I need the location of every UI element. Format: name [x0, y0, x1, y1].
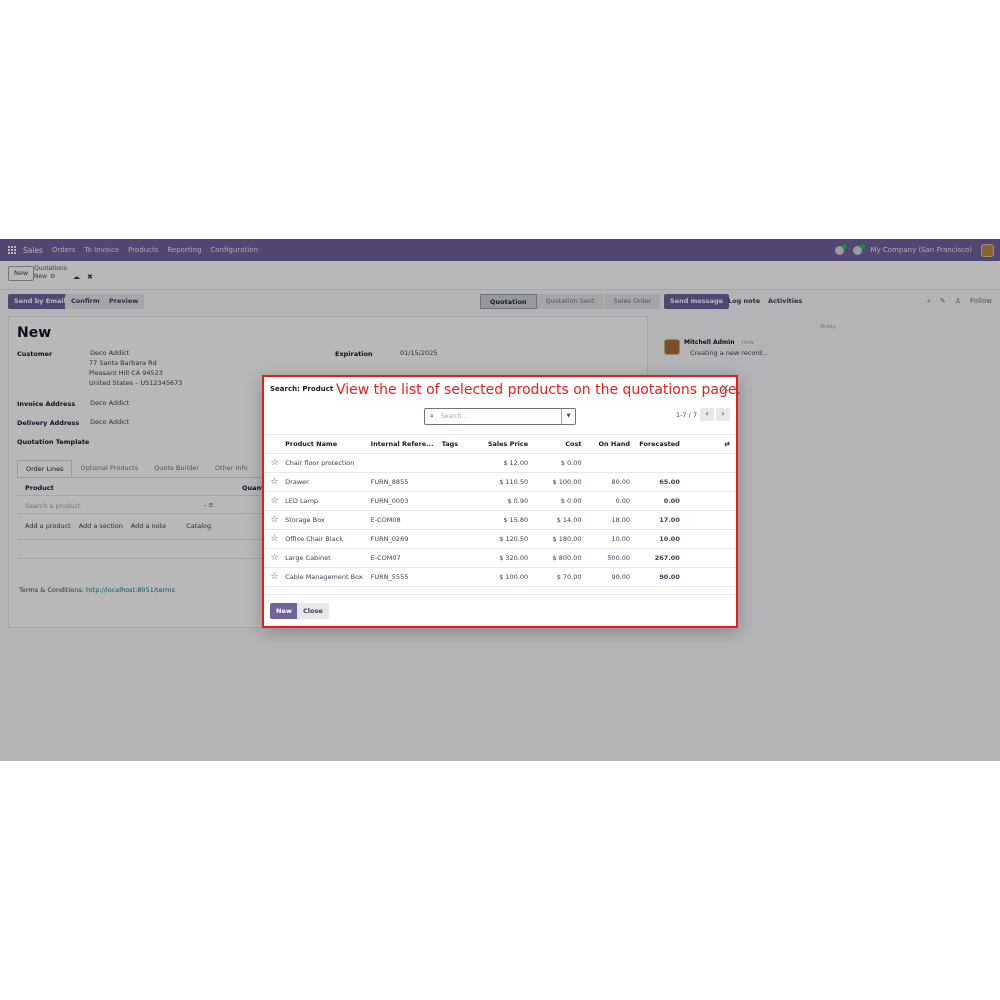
search-input[interactable]	[441, 411, 559, 422]
on-hand-cell: 0.00	[585, 491, 635, 511]
column-product-name[interactable]: Product Name	[281, 434, 367, 454]
table-row[interactable]: ☆ Office Chair Black FURN_0269 $ 120.50 $ 18…	[264, 529, 736, 549]
table-row[interactable]: ☆ Drawer FURN_8855 $ 110.50 $ 100.00 80.00 65.…	[264, 472, 736, 492]
table-row[interactable]: ☆ Storage Box E-COM08 $ 15.80 $ 14.00 18.00 17…	[264, 510, 736, 530]
tags-cell	[437, 567, 481, 587]
row-spacer	[683, 567, 736, 587]
close-button[interactable]: Close	[297, 603, 329, 619]
search-bar[interactable]: ⌕ ▼	[424, 408, 576, 425]
cost-cell: $ 100.00	[532, 472, 586, 492]
row-spacer	[683, 491, 736, 511]
product-search-dialog: Search: Product View the list of selecte…	[262, 375, 741, 628]
tags-cell	[437, 529, 481, 549]
row-spacer	[683, 529, 736, 549]
internal-reference-cell: E-COM08	[366, 510, 438, 530]
table-row[interactable]: ☆ Large Cabinet E-COM07 $ 320.00 $ 800.00 500…	[264, 548, 736, 568]
column-on-hand[interactable]: On Hand	[585, 434, 635, 454]
forecasted-cell: 267.00	[634, 548, 684, 568]
sales-price-cell: $ 110.50	[480, 472, 533, 492]
star-icon[interactable]: ☆	[264, 567, 282, 587]
forecasted-cell: 17.00	[634, 510, 684, 530]
sales-price-cell: $ 320.00	[480, 548, 533, 568]
annotation-caption: View the list of selected products on th…	[336, 382, 741, 398]
column-forecasted[interactable]: Forecasted	[634, 434, 684, 454]
column-sales-price[interactable]: Sales Price	[480, 434, 533, 454]
star-icon[interactable]: ☆	[264, 453, 282, 473]
cost-cell: $ 800.00	[532, 548, 586, 568]
sales-price-cell: $ 12.00	[480, 453, 533, 473]
cost-cell: $ 180.00	[532, 529, 586, 549]
forecasted-cell: 90.00	[634, 567, 684, 587]
tags-cell	[437, 491, 481, 511]
sales-price-cell: $ 15.80	[480, 510, 533, 530]
row-spacer	[683, 548, 736, 568]
pager-next-icon[interactable]: ›	[716, 408, 730, 421]
column-cost[interactable]: Cost	[532, 434, 586, 454]
internal-reference-cell	[366, 453, 438, 473]
product-name-cell: Chair floor protection	[281, 453, 367, 473]
table-row[interactable]: ☆ Cable Management Box FURN_5555 $ 100.00 $ …	[264, 567, 736, 587]
forecasted-cell: 0.00	[634, 491, 684, 511]
on-hand-cell: 500.00	[585, 548, 635, 568]
on-hand-cell: 80.00	[585, 472, 635, 492]
sales-price-cell: $ 120.50	[480, 529, 533, 549]
forecasted-cell	[634, 453, 684, 473]
internal-reference-cell: FURN_8855	[366, 472, 438, 492]
sales-price-cell: $ 100.00	[480, 567, 533, 587]
star-icon[interactable]: ☆	[264, 510, 282, 530]
internal-reference-cell: FURN_5555	[366, 567, 438, 587]
forecasted-cell: 10.00	[634, 529, 684, 549]
star-icon[interactable]: ☆	[264, 529, 282, 549]
product-name-cell: Drawer	[281, 472, 367, 492]
table-row[interactable]: ☆ LED Lamp FURN_0003 $ 0.90 $ 0.00 0.00 0.00	[264, 491, 736, 511]
new-button[interactable]: New	[270, 603, 298, 619]
internal-reference-cell: E-COM07	[366, 548, 438, 568]
search-options-caret-icon[interactable]: ▼	[561, 409, 575, 424]
tags-cell	[437, 453, 481, 473]
tags-cell	[437, 472, 481, 492]
star-icon[interactable]: ☆	[264, 491, 282, 511]
optional-columns-toggle-icon[interactable]: ⇄	[683, 434, 736, 454]
pager-previous-icon[interactable]: ‹	[700, 408, 714, 421]
dialog-title: Search: Product	[270, 385, 334, 393]
product-name-cell: Office Chair Black	[281, 529, 367, 549]
row-spacer	[683, 453, 736, 473]
app-window: Sales Orders To Invoice Products Reporti…	[0, 239, 1000, 761]
star-icon[interactable]: ☆	[264, 548, 282, 568]
star-icon[interactable]: ☆	[264, 472, 282, 492]
internal-reference-cell: FURN_0269	[366, 529, 438, 549]
favorite-column-header	[264, 434, 282, 454]
dialog-footer-divider	[264, 594, 736, 595]
internal-reference-cell: FURN_0003	[366, 491, 438, 511]
product-list: Product Name Internal Refere... Tags Sal…	[264, 434, 736, 587]
cost-cell: $ 0.00	[532, 453, 586, 473]
column-internal-reference[interactable]: Internal Refere...	[366, 434, 438, 454]
on-hand-cell	[585, 453, 635, 473]
cost-cell: $ 0.00	[532, 491, 586, 511]
product-name-cell: Cable Management Box	[281, 567, 367, 587]
list-header-row: Product Name Internal Refere... Tags Sal…	[264, 434, 736, 454]
column-tags[interactable]: Tags	[437, 434, 481, 454]
search-icon: ⌕	[430, 412, 434, 420]
cost-cell: $ 70.00	[532, 567, 586, 587]
product-name-cell: LED Lamp	[281, 491, 367, 511]
pager-value[interactable]: 1-7 / 7	[676, 411, 697, 419]
forecasted-cell: 65.00	[634, 472, 684, 492]
row-spacer	[683, 510, 736, 530]
tags-cell	[437, 548, 481, 568]
sales-price-cell: $ 0.90	[480, 491, 533, 511]
row-spacer	[683, 472, 736, 492]
table-row[interactable]: ☆ Chair floor protection $ 12.00 $ 0.00	[264, 453, 736, 473]
tags-cell	[437, 510, 481, 530]
on-hand-cell: 18.00	[585, 510, 635, 530]
close-icon[interactable]: ×	[720, 382, 730, 394]
on-hand-cell: 90.00	[585, 567, 635, 587]
cost-cell: $ 14.00	[532, 510, 586, 530]
product-name-cell: Large Cabinet	[281, 548, 367, 568]
product-name-cell: Storage Box	[281, 510, 367, 530]
on-hand-cell: 10.00	[585, 529, 635, 549]
